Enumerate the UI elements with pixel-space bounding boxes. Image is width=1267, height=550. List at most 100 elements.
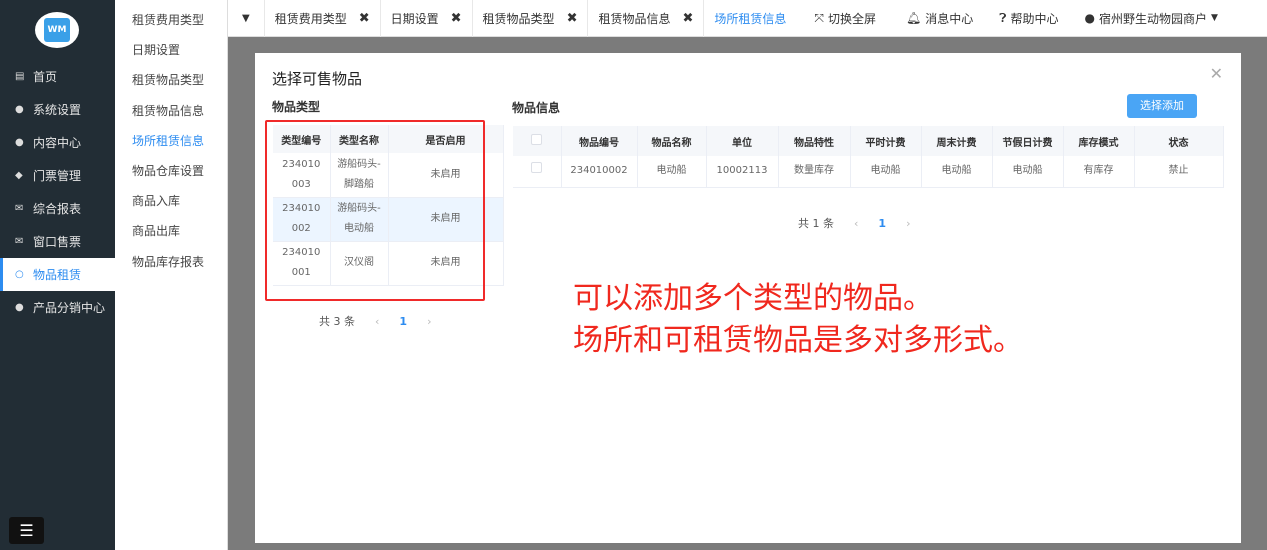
- table-cell: 电动船: [637, 156, 707, 188]
- column-header: 物品编号: [561, 126, 638, 156]
- column-header: 状态: [1134, 126, 1224, 156]
- item-info-heading: 物品信息: [512, 101, 561, 115]
- sidebar-item[interactable]: ✉ 综合报表: [0, 192, 115, 225]
- question-icon: ❓︎: [999, 10, 1007, 25]
- next-page-icon[interactable]: ›: [427, 315, 431, 328]
- close-tab-icon[interactable]: ✖: [359, 11, 370, 26]
- submenu-item[interactable]: 租赁物品信息: [132, 102, 204, 119]
- user-icon: ●: [15, 104, 24, 115]
- table-cell: 有库存: [1063, 156, 1135, 188]
- column-header: 平时计费: [850, 126, 922, 156]
- page-number[interactable]: 1: [878, 217, 886, 230]
- user-menu[interactable]: ● 宿州野生动物园商户 ▼: [1085, 10, 1218, 27]
- tabs-dropdown-icon[interactable]: ▼: [228, 13, 264, 24]
- sidebar-item[interactable]: ● 内容中心: [0, 126, 115, 159]
- tab-label: 租赁物品信息: [598, 11, 671, 26]
- table-cell: 电动船: [850, 156, 922, 188]
- sidebar-item[interactable]: ● 产品分销中心: [0, 291, 115, 324]
- sidebar-item-label: 产品分销中心: [33, 301, 106, 315]
- tab-label: 租赁费用类型: [274, 11, 347, 26]
- user-icon: ●: [1084, 11, 1095, 25]
- help-button[interactable]: ❓︎ 帮助中心: [999, 10, 1058, 27]
- fullscreen-button[interactable]: ⤧ 切换全屏: [814, 10, 876, 27]
- annotation-line-1: 可以添加多个类型的物品。: [573, 281, 933, 316]
- caret-down-icon: ▼: [1211, 13, 1218, 23]
- sidebar-item[interactable]: ✉ 窗口售票: [0, 225, 115, 258]
- sidebar: WM ▤ 首页 ● 系统设置 ● 内容中心 ◆ 门票管理 ✉ 综合报表 ✉ 窗口售票 ○ 物品租赁 ● 产品分…: [0, 0, 115, 550]
- prev-page-icon[interactable]: ‹: [375, 315, 379, 328]
- column-header: 节假日计费: [992, 126, 1064, 156]
- collapse-menu-button[interactable]: ☰: [9, 517, 44, 544]
- tab-label: 场所租赁信息: [714, 11, 787, 26]
- sidebar-item[interactable]: ○ 物品租赁: [0, 258, 115, 291]
- select-items-dialog: 选择可售物品 ✕ 物品类型 物品信息 选择添加 类型编号 类型名称 是否启用 2340…: [255, 53, 1241, 543]
- sidebar-item[interactable]: ● 系统设置: [0, 93, 115, 126]
- tab[interactable]: 租赁物品信息 ✖: [587, 0, 703, 37]
- table-row[interactable]: 234010002 电动船 10002113 数量库存 电动船 电动船 电动船 有库存 禁止: [513, 156, 1224, 188]
- prev-page-icon[interactable]: ‹: [854, 217, 858, 230]
- tab[interactable]: 场所租赁信息: [703, 0, 796, 37]
- submenu-item[interactable]: 商品入库: [132, 192, 180, 209]
- submenu-item[interactable]: 场所租赁信息: [132, 132, 204, 149]
- page-number[interactable]: 1: [399, 315, 407, 328]
- home-icon: ▤: [15, 71, 25, 82]
- tab[interactable]: 租赁物品类型 ✖: [471, 0, 588, 37]
- submenu-item[interactable]: 物品仓库设置: [132, 162, 204, 179]
- column-header: 物品名称: [637, 126, 707, 156]
- column-header: 库存模式: [1063, 126, 1135, 156]
- sidebar-item-label: 门票管理: [33, 169, 82, 183]
- user-icon: ●: [15, 302, 24, 313]
- close-tab-icon[interactable]: ✖: [451, 11, 462, 26]
- sidebar-item-label: 物品租赁: [33, 268, 82, 282]
- submenu-item[interactable]: 租赁物品类型: [132, 71, 204, 88]
- column-header: 物品特性: [778, 126, 851, 156]
- submenu: 租赁费用类型 日期设置租赁物品类型 租赁物品信息 场所租赁信息 物品仓库设置 商品入库商品…: [115, 0, 228, 550]
- next-page-icon[interactable]: ›: [906, 217, 910, 230]
- row-checkbox[interactable]: [513, 156, 562, 188]
- table-cell: 电动船: [992, 156, 1064, 188]
- table-cell: 电动船: [921, 156, 993, 188]
- user-icon: ●: [15, 137, 24, 148]
- item-type-heading: 物品类型: [272, 100, 321, 114]
- close-tab-icon[interactable]: ✖: [682, 11, 693, 26]
- close-tab-icon[interactable]: ✖: [567, 11, 578, 26]
- tab-label: 日期设置: [390, 11, 439, 26]
- tab[interactable]: 日期设置 ✖: [379, 0, 472, 37]
- envelope-icon: ✉: [15, 203, 24, 214]
- table-cell: 数量库存: [778, 156, 851, 188]
- dialog-title: 选择可售物品: [272, 70, 363, 88]
- circle-icon: ○: [15, 269, 24, 280]
- ticket-icon: ◆: [15, 170, 23, 181]
- sidebar-item[interactable]: ◆ 门票管理: [0, 159, 115, 192]
- tab[interactable]: 租赁费用类型 ✖: [263, 0, 380, 37]
- sidebar-item-label: 首页: [33, 70, 58, 84]
- sidebar-item-label: 内容中心: [33, 136, 82, 150]
- submenu-item[interactable]: 租赁费用类型: [132, 11, 204, 28]
- annotation-line-2: 场所和可租赁物品是多对多形式。: [573, 323, 1023, 358]
- submenu-item[interactable]: 日期设置: [132, 41, 180, 58]
- sidebar-item-label: 系统设置: [33, 103, 82, 117]
- expand-icon: ⤧: [814, 10, 825, 25]
- messages-button[interactable]: 🔔︎ 消息中心: [906, 10, 973, 27]
- table-cell: 234010002: [561, 156, 638, 188]
- sidebar-item-label: 窗口售票: [33, 235, 82, 249]
- column-header: 周末计费: [921, 126, 993, 156]
- column-header: 单位: [706, 126, 779, 156]
- top-bar: ▼ 租赁费用类型 ✖ 日期设置 ✖ 租赁物品类型 ✖ 租赁物品信息 ✖ 场所租赁信息 ⤧ 切换全屏…: [228, 0, 1267, 37]
- sidebar-item-label: 综合报表: [33, 202, 82, 216]
- select-add-button[interactable]: 选择添加: [1127, 94, 1197, 118]
- item-pagination: 共 1 条 ‹ 1 ›: [798, 216, 911, 231]
- logo: WM: [35, 12, 79, 48]
- select-all-checkbox[interactable]: [513, 126, 562, 156]
- table-cell: 禁止: [1134, 156, 1224, 188]
- close-icon[interactable]: ✕: [1210, 64, 1223, 83]
- type-pagination: 共 3 条 ‹ 1 ›: [319, 314, 432, 329]
- highlight-box: [265, 120, 485, 301]
- bell-icon: 🔔︎: [906, 11, 922, 25]
- tab-label: 租赁物品类型: [482, 11, 555, 26]
- submenu-item[interactable]: 商品出库: [132, 222, 180, 239]
- item-info-table: 物品编号 物品名称 单位 物品特性 平时计费 周末计费 节假日计费 库存模式 状态 2340100…: [513, 126, 1224, 188]
- table-cell: 10002113: [706, 156, 779, 188]
- submenu-item[interactable]: 物品库存报表: [132, 253, 204, 270]
- sidebar-item[interactable]: ▤ 首页: [0, 60, 115, 93]
